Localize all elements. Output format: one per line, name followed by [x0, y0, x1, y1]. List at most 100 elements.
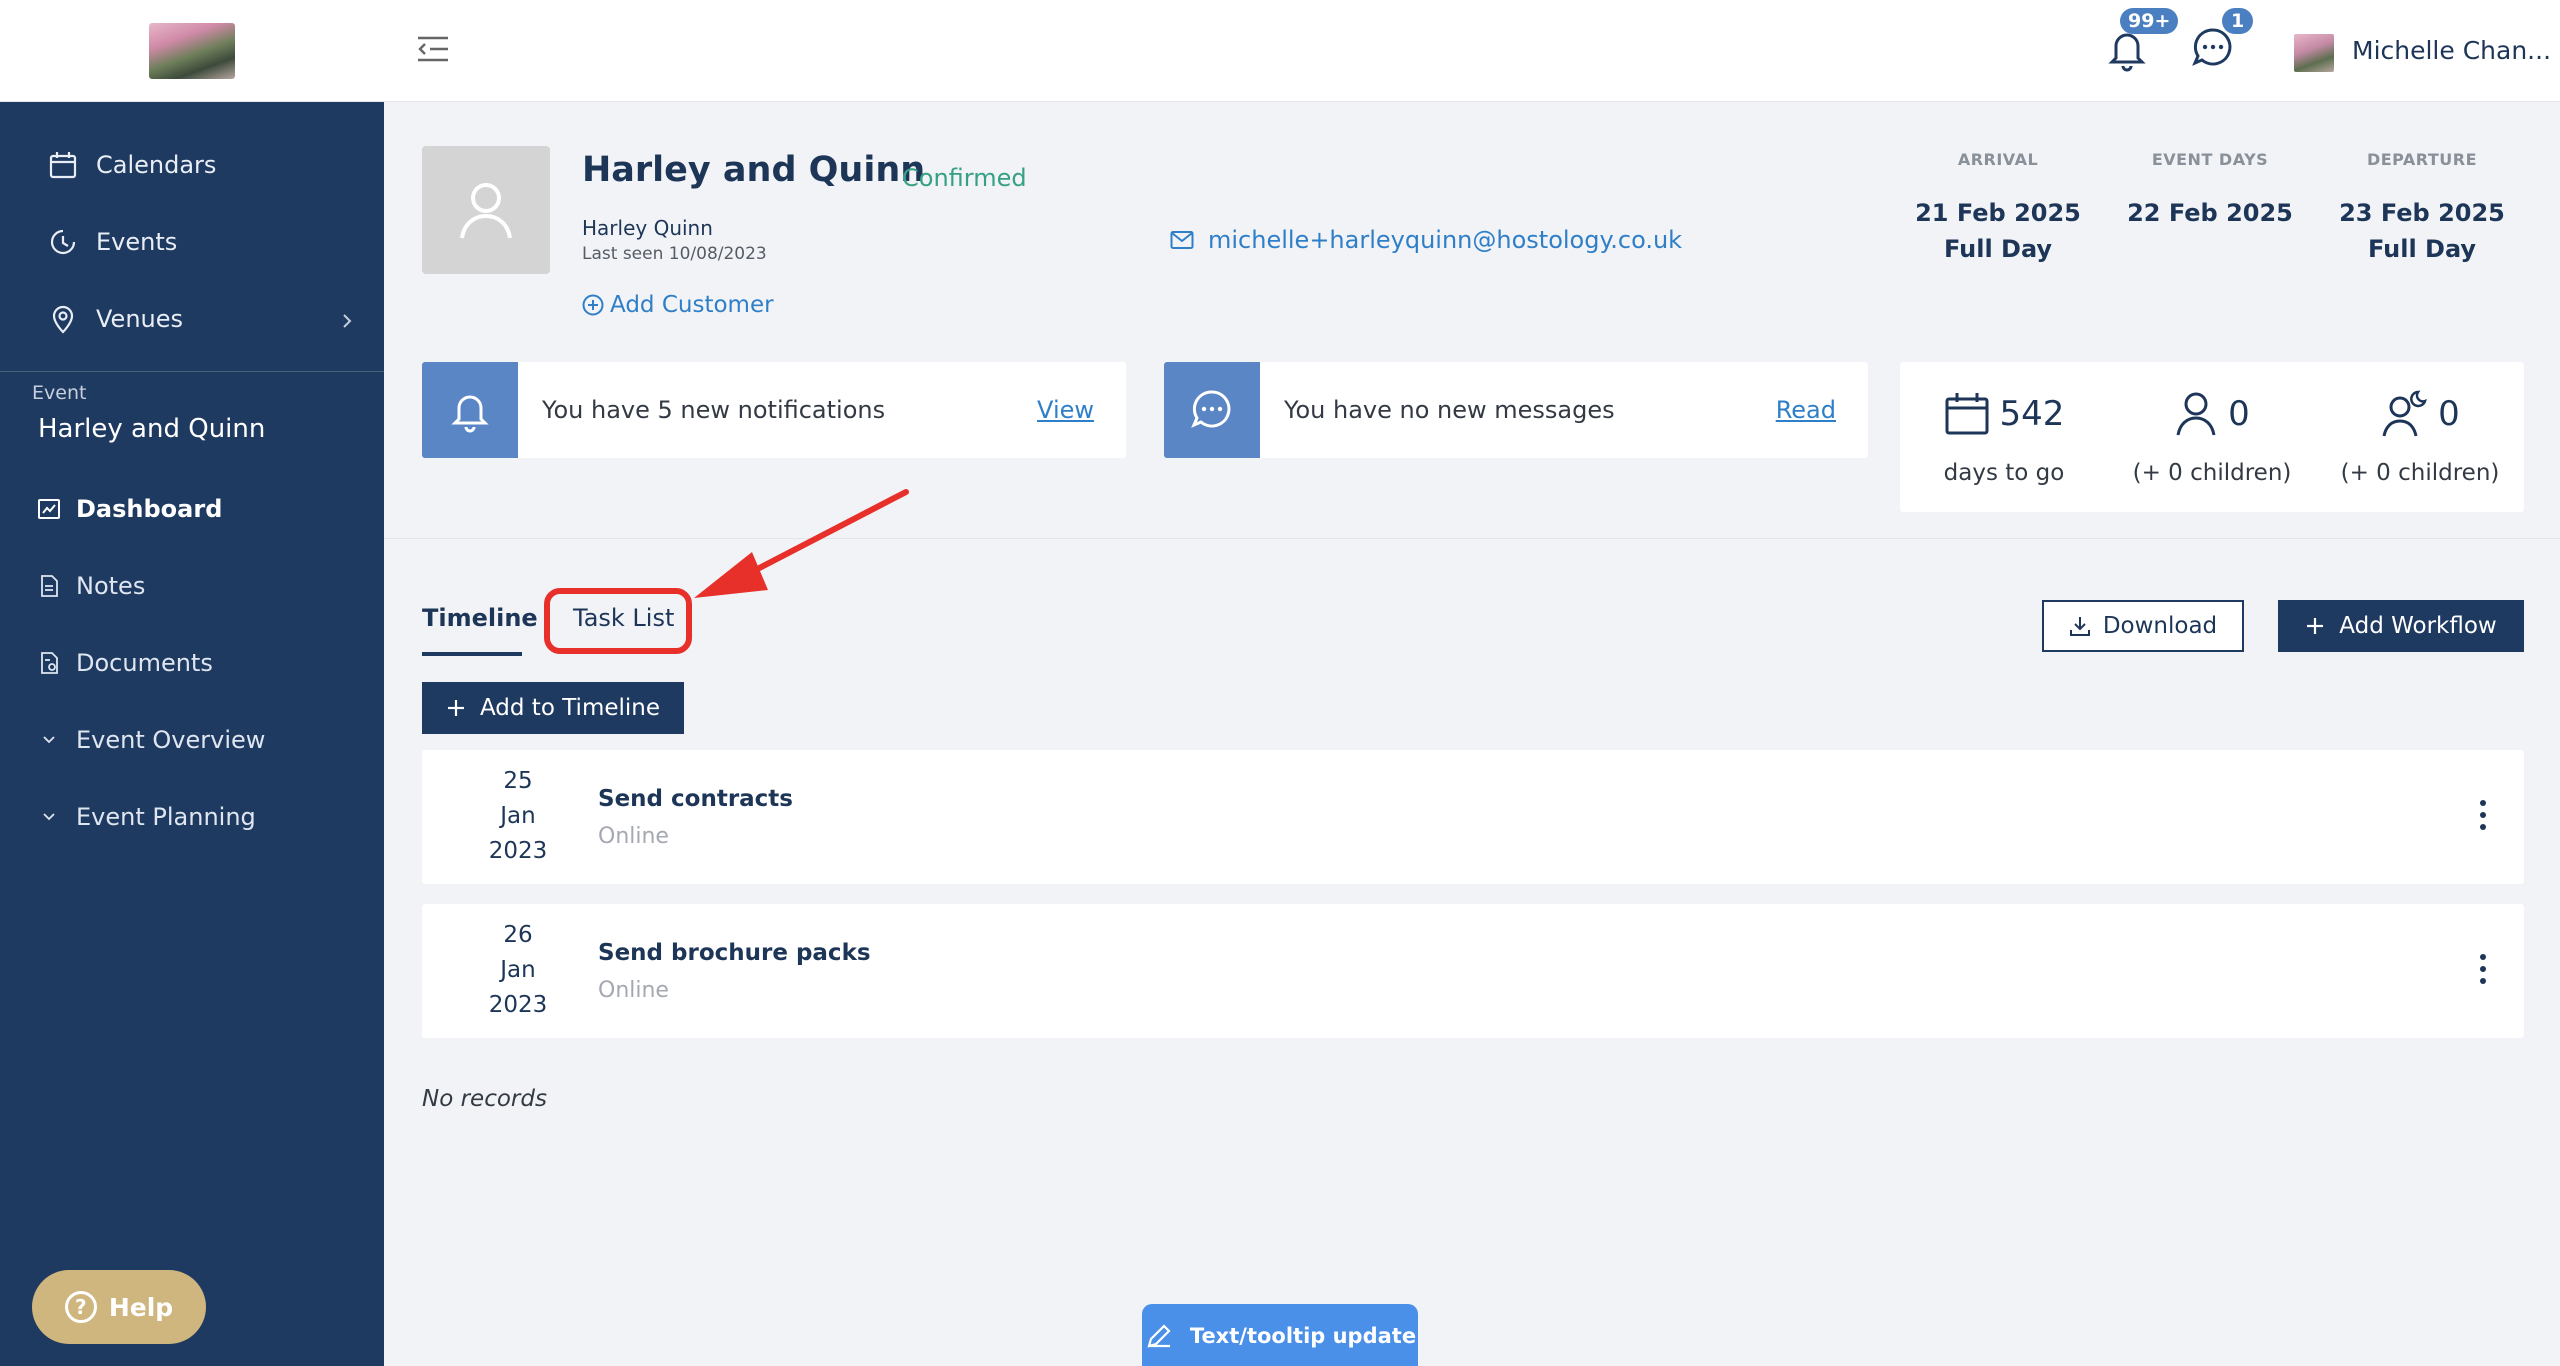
sidebar-item-label: Event Planning	[76, 802, 256, 831]
user-avatar[interactable]	[2294, 34, 2334, 72]
download-label: Download	[2102, 613, 2218, 639]
guests-count: 0	[2228, 394, 2250, 434]
days-count: 542	[1999, 394, 2065, 434]
event-days-label: EVENT DAYS	[2151, 150, 2269, 169]
chevron-down-icon	[36, 804, 62, 830]
timeline-title: Send brochure packs	[598, 940, 871, 966]
overnight-caption: (+ 0 children)	[2340, 460, 2500, 486]
plus-circle-icon	[582, 294, 604, 316]
customer-avatar	[422, 146, 550, 274]
person-icon	[2176, 392, 2216, 436]
chevron-right-icon	[340, 308, 354, 336]
nav-item-events[interactable]: Events	[0, 203, 384, 280]
nav-label: Calendars	[96, 150, 217, 179]
guests-stat: 0 (+ 0 children)	[2108, 386, 2316, 486]
logo-area	[0, 0, 384, 102]
timeline-month: Jan	[500, 803, 536, 829]
nav-item-venues[interactable]: Venues	[0, 280, 384, 357]
departure-block: DEPARTURE 23 Feb 2025 Full Day	[2322, 150, 2522, 267]
add-to-timeline-label: Add to Timeline	[479, 695, 661, 721]
user-name[interactable]: Michelle Chan...	[2352, 36, 2551, 65]
add-workflow-button[interactable]: Add Workflow	[2278, 600, 2524, 652]
active-tab-indicator	[422, 652, 522, 656]
menu-collapse-icon[interactable]	[416, 34, 450, 68]
days-caption: days to go	[1943, 460, 2065, 486]
add-to-timeline-button[interactable]: Add to Timeline	[422, 682, 684, 734]
messages-text: You have no new messages	[1284, 396, 1615, 424]
help-button[interactable]: ? Help	[32, 1270, 206, 1344]
stats-card: 542 days to go 0 (+ 0 children) 0 (+ 0 c…	[1900, 362, 2524, 512]
sidebar-item-label: Dashboard	[76, 494, 223, 523]
timeline-subtitle: Online	[598, 824, 669, 849]
departure-type: Full Day	[2367, 235, 2477, 263]
email-label: michelle+harleyquinn@hostology.co.uk	[1208, 226, 1683, 254]
plus-icon	[2307, 618, 2324, 634]
sidebar-item-dashboard[interactable]: Dashboard	[0, 470, 384, 547]
sidebar-item-label: Event Overview	[76, 725, 266, 754]
departure-date: 23 Feb 2025	[2339, 199, 2505, 227]
last-seen: Last seen 10/08/2023	[582, 244, 767, 264]
bell-icon	[422, 362, 518, 458]
help-label: Help	[108, 1292, 174, 1322]
customer-email-link[interactable]: michelle+harleyquinn@hostology.co.uk	[1170, 226, 1682, 254]
tab-timeline[interactable]: Timeline	[422, 604, 538, 632]
download-button[interactable]: Download	[2042, 600, 2244, 652]
main-nav: Calendars Events Venues	[0, 102, 384, 357]
kebab-menu-icon[interactable]	[2478, 952, 2488, 990]
timeline-date: 26 Jan 2023	[478, 918, 558, 1023]
kebab-menu-icon[interactable]	[2478, 798, 2488, 836]
location-pin-icon	[46, 302, 80, 336]
timeline-row[interactable]: 25 Jan 2023 Send contracts Online	[422, 750, 2524, 884]
add-workflow-label: Add Workflow	[2339, 613, 2497, 639]
overnight-count: 0	[2438, 394, 2460, 434]
sidebar: Calendars Events Venues Event Harley and…	[0, 0, 384, 1366]
nav-item-calendars[interactable]: Calendars	[0, 126, 384, 203]
chat-icon	[1164, 362, 1260, 458]
timeline-year: 2023	[488, 838, 548, 864]
timeline-day: 26	[503, 922, 533, 948]
customer-name: Harley Quinn	[582, 216, 713, 240]
question-icon: ?	[64, 1291, 97, 1323]
days-to-go-stat: 542 days to go	[1900, 386, 2108, 486]
view-notifications-link[interactable]: View	[1037, 396, 1094, 424]
status-badge: Confirmed	[902, 164, 1027, 192]
annotation-highlight-box	[544, 588, 692, 654]
sidebar-item-event-planning[interactable]: Event Planning	[0, 778, 384, 855]
messages-card: You have no new messages Read	[1164, 362, 1868, 458]
arrival-label: ARRIVAL	[1957, 150, 2039, 169]
guests-caption: (+ 0 children)	[2132, 460, 2292, 486]
no-records-text: No records	[422, 1086, 547, 1112]
mail-icon	[1170, 231, 1194, 249]
messages-badge: 1	[2222, 8, 2254, 34]
text-tooltip-update-button[interactable]: Text/tooltip update	[1142, 1304, 1418, 1366]
sidebar-item-documents[interactable]: Documents	[0, 624, 384, 701]
arrival-date: 21 Feb 2025	[1915, 199, 2081, 227]
sidebar-item-notes[interactable]: Notes	[0, 547, 384, 624]
brand-logo[interactable]	[149, 22, 235, 79]
sidebar-item-label: Notes	[76, 571, 146, 600]
arrival-block: ARRIVAL 21 Feb 2025 Full Day	[1898, 150, 2098, 267]
sidebar-item-event-overview[interactable]: Event Overview	[0, 701, 384, 778]
plus-icon	[447, 700, 464, 716]
read-messages-link[interactable]: Read	[1776, 396, 1836, 424]
notifications-badge: 99+	[2120, 8, 2179, 34]
timeline-year: 2023	[488, 992, 548, 1018]
timeline-title: Send contracts	[598, 786, 793, 812]
timeline-day: 25	[503, 768, 533, 794]
event-days-date: 22 Feb 2025	[2127, 199, 2293, 227]
chart-icon	[36, 496, 62, 522]
add-customer-label: Add Customer	[610, 292, 774, 318]
event-days-block: EVENT DAYS 22 Feb 2025	[2110, 150, 2310, 231]
nav-label: Events	[96, 227, 178, 256]
add-customer-link[interactable]: Add Customer	[582, 292, 774, 318]
calendar-icon	[1945, 393, 1989, 435]
nav-label: Venues	[96, 304, 184, 333]
arrival-type: Full Day	[1943, 235, 2053, 263]
calendar-icon	[46, 148, 80, 182]
chevron-down-icon	[36, 727, 62, 753]
tooltip-update-label: Text/tooltip update	[1189, 1324, 1417, 1348]
timeline-month: Jan	[500, 957, 536, 983]
timeline-subtitle: Online	[598, 978, 669, 1003]
timeline-row[interactable]: 26 Jan 2023 Send brochure packs Online	[422, 904, 2524, 1038]
events-icon	[46, 225, 80, 259]
